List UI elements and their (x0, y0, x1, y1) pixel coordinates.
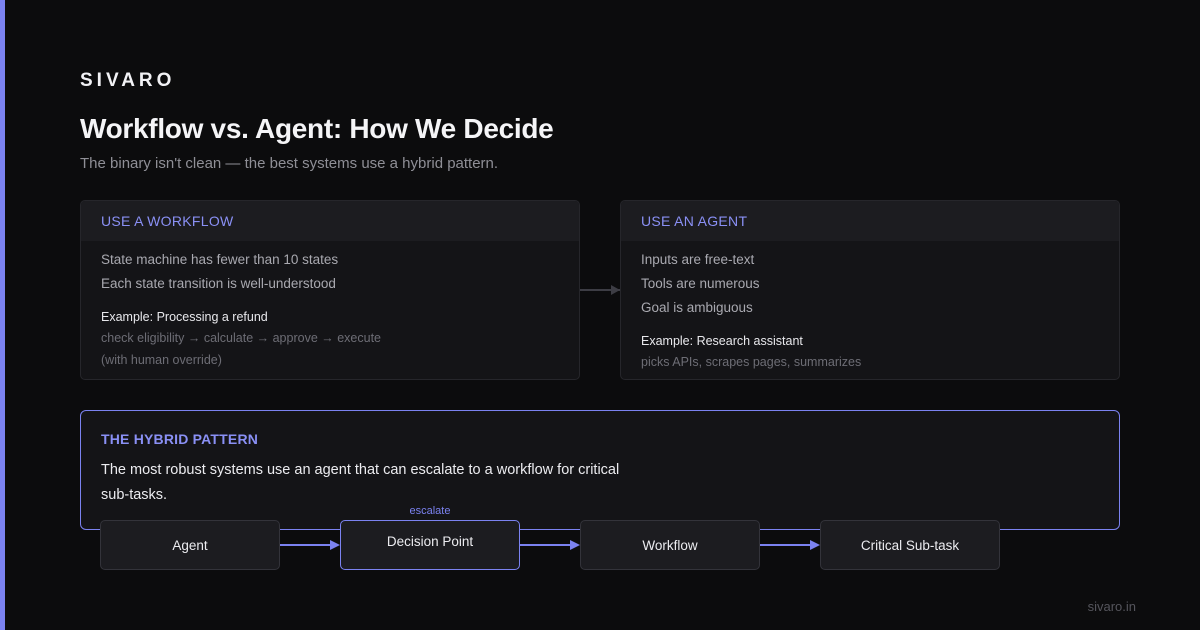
flow-edge-arrowhead (330, 540, 340, 550)
page-title: Workflow vs. Agent: How We Decide (80, 113, 554, 144)
workflow-criterion: State machine has fewer than 10 states (101, 252, 339, 267)
agent-example: Example: Research assistant (641, 334, 803, 348)
flow-node-decision-point: Decision Point (340, 520, 520, 570)
card-connector-arrowhead (611, 285, 620, 295)
hybrid-pattern-heading: THE HYBRID PATTERN (101, 431, 259, 447)
hybrid-pattern-panel: THE HYBRID PATTERN The most robust syste… (80, 410, 1120, 530)
flow-node-agent: Agent (100, 520, 280, 570)
flow-edge-arrowhead (570, 540, 580, 550)
workflow-criterion: Each state transition is well-understood (101, 276, 336, 291)
workflow-example-detail: check eligibility → calculate → approve … (101, 331, 381, 345)
flow-edge-arrowhead (810, 540, 820, 550)
workflow-card: USE A WORKFLOW State machine has fewer t… (80, 200, 580, 380)
accent-bar (0, 0, 5, 630)
agent-card: USE AN AGENT Inputs are free-text Tools … (620, 200, 1120, 380)
flow-edge (280, 544, 330, 546)
flow-edge (760, 544, 810, 546)
agent-example-detail: picks APIs, scrapes pages, summarizes (641, 355, 862, 369)
flow-node-critical-subtask: Critical Sub-task (820, 520, 1000, 570)
workflow-example-detail: (with human override) (101, 353, 222, 367)
agent-card-heading: USE AN AGENT (621, 201, 1119, 241)
hybrid-pattern-description: The most robust systems use an agent tha… (101, 462, 620, 503)
agent-criterion: Inputs are free-text (641, 252, 755, 267)
flow-edge (520, 544, 570, 546)
page-subtitle: The binary isn't clean — the best system… (80, 155, 499, 172)
workflow-card-heading: USE A WORKFLOW (81, 201, 579, 241)
workflow-example: Example: Processing a refund (101, 310, 268, 324)
flow-edge-label-escalate: escalate (409, 505, 451, 517)
agent-criterion: Tools are numerous (641, 276, 760, 291)
footer-url: sivaro.in (1087, 599, 1136, 614)
agent-criterion: Goal is ambiguous (641, 300, 753, 315)
flow-node-workflow: Workflow (580, 520, 760, 570)
brand-logo: SIVARO (80, 70, 176, 91)
